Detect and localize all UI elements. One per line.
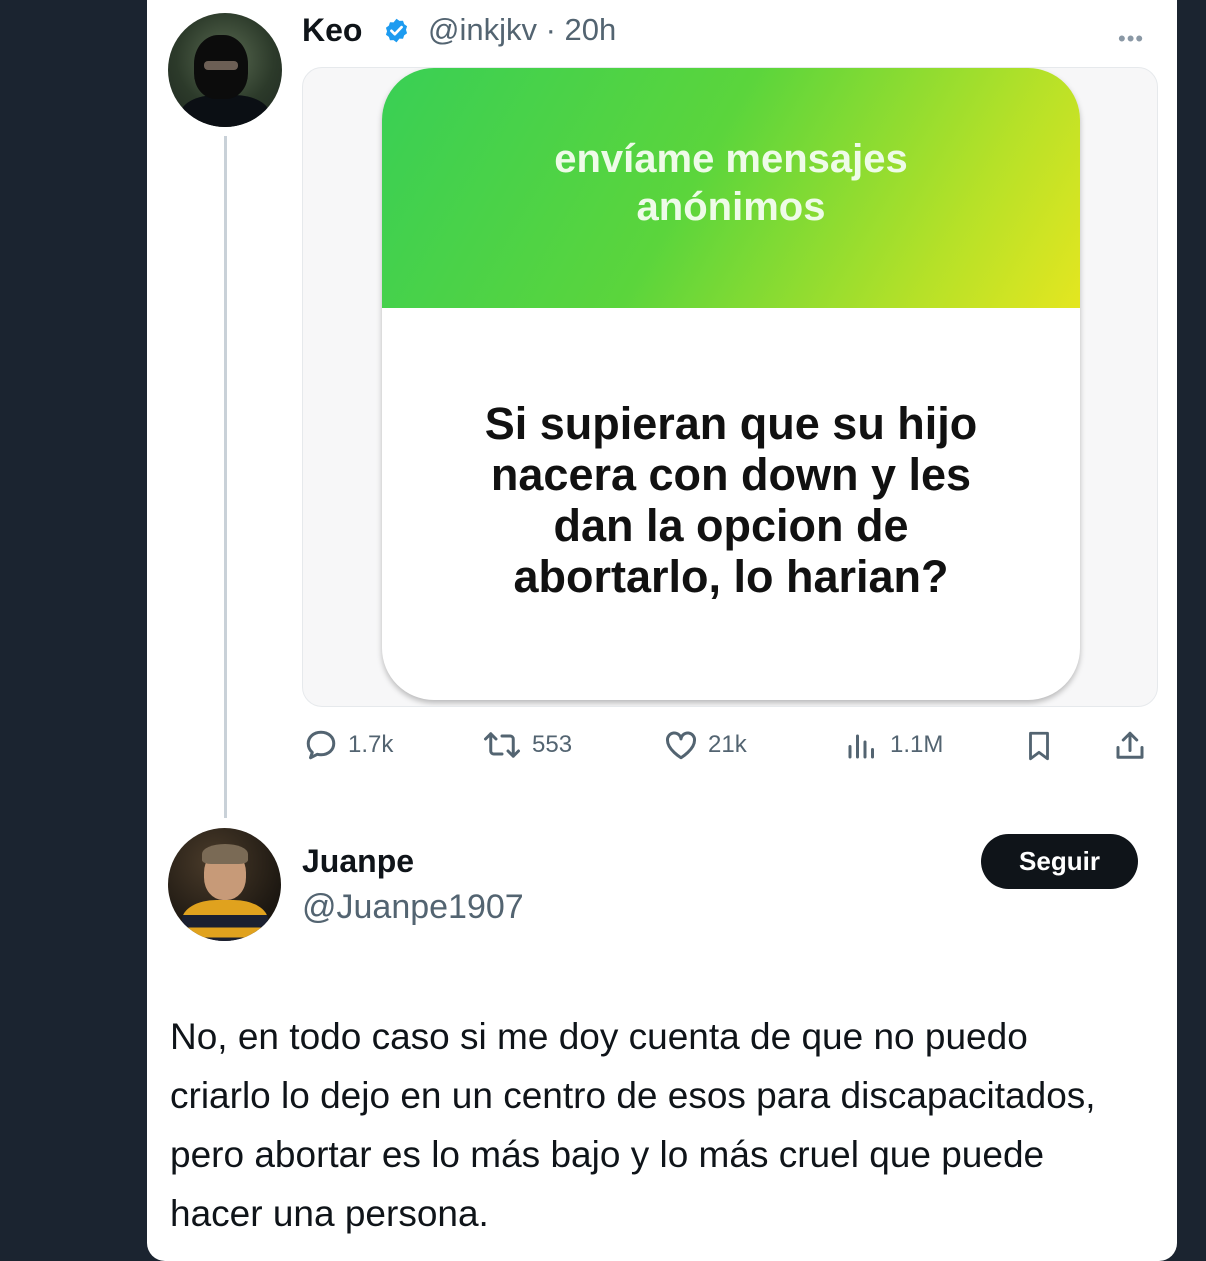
avatar-eyes xyxy=(204,61,238,70)
repost-action[interactable]: 553 xyxy=(480,727,572,763)
sticker-question-text: Si supieran que su hijo nacera con down … xyxy=(484,398,978,602)
reply-text: No, en todo caso si me doy cuenta de que… xyxy=(170,1016,1096,1234)
sticker-title: envíame mensajes anónimos xyxy=(554,137,908,229)
like-count: 21k xyxy=(708,731,747,758)
bookmark-action[interactable] xyxy=(1022,727,1064,765)
reply-icon xyxy=(306,730,336,760)
tweet-media[interactable]: envíame mensajes anónimos Si supieran qu… xyxy=(302,67,1158,707)
views-count: 1.1M xyxy=(890,731,944,758)
more-options-icon[interactable]: ••• xyxy=(1118,26,1144,52)
verified-badge-icon xyxy=(385,18,408,43)
bookmark-icon xyxy=(1029,731,1049,761)
sticker-question: Si supieran que su hijo nacera con down … xyxy=(382,398,1080,602)
thread-connector-line xyxy=(224,136,227,818)
reply-author-name[interactable]: Juanpe xyxy=(302,843,414,880)
views-action[interactable]: 1.1M xyxy=(842,727,943,763)
avatar-shirt xyxy=(182,900,268,941)
repost-icon xyxy=(484,732,520,758)
share-icon xyxy=(1116,731,1144,759)
sticker-header: envíame mensajes anónimos xyxy=(382,68,1080,308)
avatar-juanpe[interactable] xyxy=(168,828,281,941)
reply-action[interactable]: 1.7k xyxy=(302,727,393,763)
tweet-actions-bar: 1.7k 553 21k 1.1M xyxy=(302,727,1152,767)
heart-icon xyxy=(665,731,697,760)
share-action[interactable] xyxy=(1112,727,1156,765)
tweet-author-name[interactable]: Keo xyxy=(302,12,362,49)
reply-count: 1.7k xyxy=(348,731,394,758)
reply-handle[interactable]: @Juanpe1907 xyxy=(302,888,524,927)
like-action[interactable]: 21k xyxy=(662,727,747,763)
tweet-handle-time[interactable]: @inkjkv · 20h xyxy=(428,12,616,48)
anonymous-messages-sticker: envíame mensajes anónimos Si supieran qu… xyxy=(382,68,1080,700)
follow-button[interactable]: Seguir xyxy=(981,834,1138,889)
repost-count: 553 xyxy=(532,731,573,758)
avatar-body xyxy=(180,95,270,127)
views-icon xyxy=(848,734,874,759)
avatar-keo[interactable] xyxy=(168,13,282,127)
avatar-hair xyxy=(202,844,248,864)
